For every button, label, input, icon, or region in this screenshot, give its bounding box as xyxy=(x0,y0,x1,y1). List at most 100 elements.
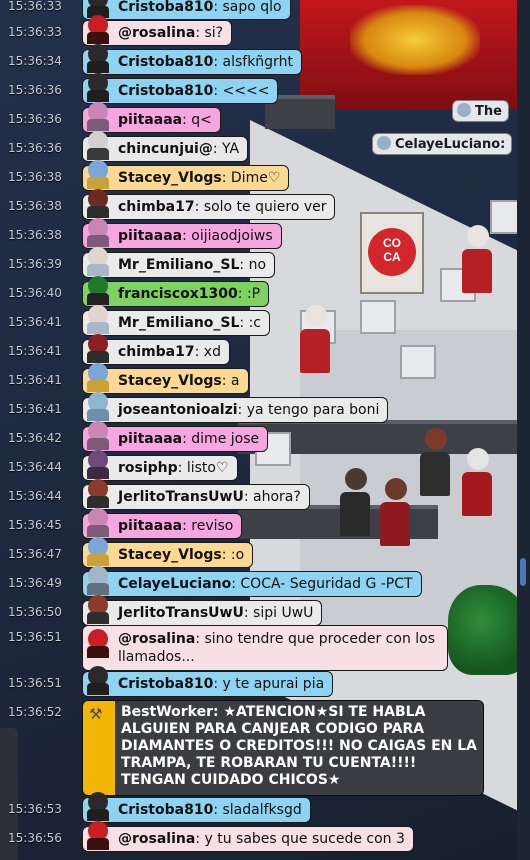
chat-username[interactable]: piitaaaa xyxy=(118,228,182,244)
chat-timestamp: 15:36:36 xyxy=(8,112,62,126)
chat-text: @rosalina: sino tendre que proceder con … xyxy=(118,631,436,665)
chat-timestamp: 15:36:47 xyxy=(8,547,62,561)
chat-message: <<<< xyxy=(222,83,270,99)
user-avatar-icon[interactable] xyxy=(82,663,114,697)
chat-text: Cristoba810: sladalfksgd xyxy=(118,802,302,818)
chat-text: JerlitoTransUwU: sipi UwU xyxy=(118,605,314,621)
chat-username[interactable]: chimba17 xyxy=(118,199,195,215)
chat-message: oijiaodjoiws xyxy=(191,228,273,244)
chat-bubble[interactable]: @rosalina: sino tendre que proceder con … xyxy=(82,625,448,671)
chat-message: no xyxy=(248,257,267,273)
chat-username[interactable]: @rosalina xyxy=(118,831,195,847)
chat-username[interactable]: piitaaaa xyxy=(118,431,182,447)
chat-message: YA xyxy=(222,141,240,157)
bot-announcement-bubble[interactable]: ⚒ BestWorker: ★ATENCION★SI TE HABLA ALGUI… xyxy=(82,700,484,796)
chat-text: Cristoba810: alsfkñgrht xyxy=(118,54,293,70)
chat-username[interactable]: chimba17 xyxy=(118,344,195,360)
chat-text: @rosalina: y tu sabes que sucede con 3 xyxy=(118,831,405,847)
wrench-icon: ⚒ xyxy=(89,705,103,723)
chat-username[interactable]: Cristoba810 xyxy=(118,0,213,15)
chat-timestamp: 15:36:38 xyxy=(8,199,62,213)
chat-username[interactable]: franciscox1300 xyxy=(118,286,238,302)
chat-username[interactable]: Stacey_Vlogs xyxy=(118,170,222,186)
chat-message: sapo qlo xyxy=(222,0,282,15)
chat-message: reviso xyxy=(191,518,234,534)
chat-text: chimba17: xd xyxy=(118,344,221,360)
chat-username[interactable]: piitaaaa xyxy=(118,112,182,128)
chat-text: JerlitoTransUwU: ahora? xyxy=(118,489,301,505)
chat-bubble[interactable]: Cristoba810: alsfkñgrht xyxy=(82,44,302,75)
chat-message: :P xyxy=(246,286,261,302)
user-avatar-icon[interactable] xyxy=(82,818,114,852)
chat-bubble[interactable]: Cristoba810: sladalfksgd xyxy=(82,792,311,823)
user-avatar-icon[interactable] xyxy=(82,592,114,626)
chat-bubble[interactable]: chimba17: solo te quiero ver xyxy=(82,189,336,220)
chat-text: rosiphp: listo♡ xyxy=(118,460,229,476)
chat-timestamp: 15:36:33 xyxy=(8,0,62,13)
chat-username[interactable]: Stacey_Vlogs xyxy=(118,547,222,563)
chat-username[interactable]: joseantonioalzi xyxy=(118,402,238,418)
chat-bubble[interactable]: @rosalina: y tu sabes que sucede con 3 xyxy=(82,821,414,852)
chat-bubble[interactable]: JerlitoTransUwU: ahora? xyxy=(82,479,310,510)
chat-username[interactable]: Mr_Emiliano_SL xyxy=(118,315,239,331)
chat-timestamp: 15:36:50 xyxy=(8,605,62,619)
chat-message: solo te quiero ver xyxy=(203,199,327,215)
chat-text: Cristoba810: <<<< xyxy=(118,83,270,99)
chat-timestamp: 15:36:45 xyxy=(8,518,62,532)
chat-message: sipi UwU xyxy=(253,605,314,621)
chat-timestamp: 15:36:41 xyxy=(8,315,62,329)
chat-username[interactable]: Mr_Emiliano_SL xyxy=(118,257,239,273)
chat-username[interactable]: @rosalina xyxy=(118,631,195,647)
chat-text: joseantonioalzi: ya tengo para boni xyxy=(118,402,380,418)
chat-username[interactable]: BestWorker xyxy=(121,704,213,720)
chat-username[interactable]: Cristoba810 xyxy=(118,83,213,99)
chat-username[interactable]: Cristoba810 xyxy=(118,54,213,70)
chat-username[interactable]: CelayeLuciano xyxy=(118,576,231,592)
chat-bubble[interactable]: joseantonioalzi: ya tengo para boni xyxy=(82,392,389,423)
chat-username[interactable]: Cristoba810 xyxy=(118,676,213,692)
chat-message: si? xyxy=(204,25,224,41)
chat-message: sladalfksgd xyxy=(222,802,302,818)
chat-username[interactable]: Cristoba810 xyxy=(118,802,213,818)
chat-timestamp: 15:36:56 xyxy=(8,831,62,845)
chat-log: 15:36:33 Cristoba810: sapo qlo 15:36:33 @ro… xyxy=(0,0,530,860)
chat-timestamp: 15:36:42 xyxy=(8,431,62,445)
chat-text: Mr_Emiliano_SL: :c xyxy=(118,315,262,331)
chat-text: Stacey_Vlogs: a xyxy=(118,373,240,389)
chat-timestamp: 15:36:36 xyxy=(8,141,62,155)
chat-username[interactable]: Stacey_Vlogs xyxy=(118,373,222,389)
chat-username[interactable]: piitaaaa xyxy=(118,518,182,534)
bot-message-text: BestWorker: ★ATENCION★SI TE HABLA ALGUIE… xyxy=(121,704,478,788)
chat-text: piitaaaa: dime jose xyxy=(118,431,260,447)
chat-timestamp: 15:36:36 xyxy=(8,83,62,97)
chat-bubble[interactable]: JerlitoTransUwU: sipi UwU xyxy=(82,595,323,626)
chat-bubble[interactable]: CelayeLuciano: COCA- Seguridad G -PCT xyxy=(82,566,422,597)
chat-text: piitaaaa: oijiaodjoiws xyxy=(118,228,273,244)
chat-username[interactable]: rosiphp xyxy=(118,460,178,476)
chat-username[interactable]: chincunjui@ xyxy=(118,141,213,157)
chat-text: franciscox1300: :P xyxy=(118,286,261,302)
chat-timestamp: 15:36:51 xyxy=(8,630,62,644)
chat-message: ahora? xyxy=(253,489,301,505)
chat-timestamp: 15:36:52 xyxy=(8,705,62,719)
chat-timestamp: 15:36:41 xyxy=(8,402,62,416)
chat-timestamp: 15:36:44 xyxy=(8,460,62,474)
chat-username[interactable]: JerlitoTransUwU xyxy=(118,605,244,621)
chat-username[interactable]: JerlitoTransUwU xyxy=(118,489,244,505)
chat-message: dime jose xyxy=(191,431,260,447)
chat-message: listo♡ xyxy=(186,460,229,476)
chat-timestamp: 15:36:34 xyxy=(8,54,62,68)
chat-timestamp: 15:36:44 xyxy=(8,489,62,503)
chat-text: Stacey_Vlogs: Dime♡ xyxy=(118,170,281,186)
chat-username[interactable]: @rosalina xyxy=(118,25,195,41)
chat-text: piitaaaa: q< xyxy=(118,112,212,128)
chat-message: ya tengo para boni xyxy=(246,402,380,418)
chat-text: Cristoba810: y te apurai pia xyxy=(118,676,325,692)
chat-bubble[interactable]: Cristoba810: y te apurai pia xyxy=(82,666,334,697)
chat-timestamp: 15:36:41 xyxy=(8,373,62,387)
chat-timestamp: 15:36:41 xyxy=(8,344,62,358)
chat-text: CelayeLuciano: COCA- Seguridad G -PCT xyxy=(118,576,413,592)
chat-text: @rosalina: si? xyxy=(118,25,224,41)
chat-text: Mr_Emiliano_SL: no xyxy=(118,257,267,273)
chat-timestamp: 15:36:51 xyxy=(8,676,62,690)
